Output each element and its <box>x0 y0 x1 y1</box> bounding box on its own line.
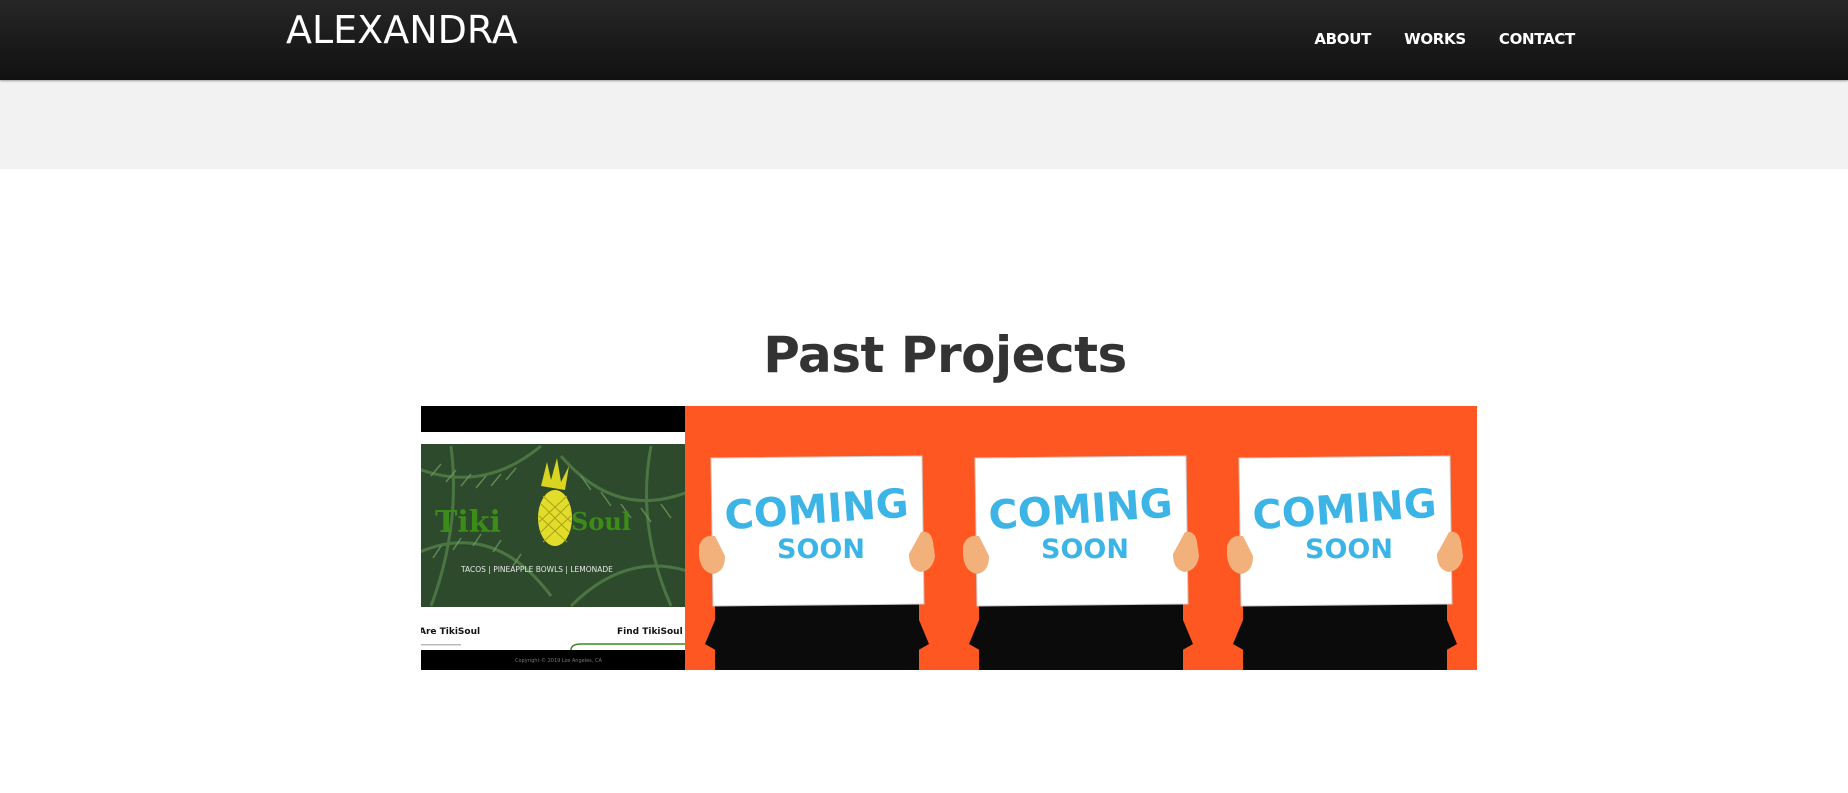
project-tile-coming-soon-2[interactable]: COMING SOON <box>949 406 1213 670</box>
coming-soon-image: COMING SOON <box>685 406 949 670</box>
main-nav: ABOUT WORKS CONTACT <box>1314 28 1575 50</box>
nav-link-about[interactable]: ABOUT <box>1314 28 1371 50</box>
svg-text:Soul: Soul <box>571 507 631 536</box>
svg-text:Tiki: Tiki <box>435 505 501 540</box>
nav-link-contact[interactable]: CONTACT <box>1499 28 1575 50</box>
page-title: Past Projects <box>763 325 1127 384</box>
site-logo[interactable]: ALEXANDRA <box>286 5 518 55</box>
soon-text: SOON <box>1305 534 1393 565</box>
tikisoul-right-heading: Find TikiSoul <box>617 627 683 637</box>
soon-text: SOON <box>1041 534 1129 565</box>
project-tile-coming-soon-3[interactable]: COMING SOON <box>1213 406 1477 670</box>
tikisoul-tagline: TACOS | PINEAPPLE BOWLS | LEMONADE <box>460 565 613 574</box>
site-header: ALEXANDRA ABOUT WORKS CONTACT <box>0 0 1848 80</box>
tikisoul-left-heading: Are TikiSoul <box>421 627 480 637</box>
project-tile-coming-soon-1[interactable]: COMING SOON <box>685 406 949 670</box>
tikisoul-preview-image: Tiki Soul TACOS | PINEAPPLE BOWLS | LEMO… <box>421 406 685 670</box>
project-tile-tikisoul[interactable]: Tiki Soul TACOS | PINEAPPLE BOWLS | LEMO… <box>421 406 685 670</box>
coming-soon-image: COMING SOON <box>949 406 1213 670</box>
soon-text: SOON <box>777 534 865 565</box>
coming-soon-image: COMING SOON <box>1213 406 1477 670</box>
tikisoul-footer: Copyright © 2019 Los Angeles, CA <box>515 657 602 664</box>
project-gallery: Tiki Soul TACOS | PINEAPPLE BOWLS | LEMO… <box>421 406 1477 670</box>
nav-link-works[interactable]: WORKS <box>1404 28 1466 50</box>
hero-band <box>0 80 1848 169</box>
